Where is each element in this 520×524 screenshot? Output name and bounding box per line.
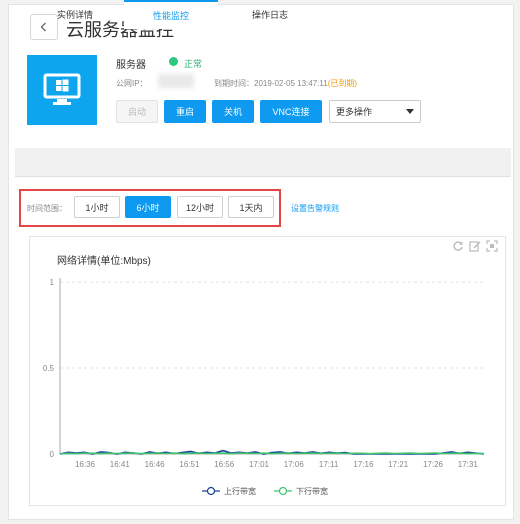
series-line [59,452,485,455]
server-avatar [27,55,97,125]
time-range-label: 时间范围： [27,204,67,213]
status-dot [169,57,178,66]
network-line-chart: 网络详情(单位:Mbps) 0 0.5 1 16:36 16:41 16:46 16:51… [43,254,485,496]
ip-label: 公网IP： [116,79,148,88]
x-tick-label: 17:06 [284,460,305,469]
x-tick-label: 16:51 [179,460,200,469]
y-tick-label: 1 [50,278,55,287]
time-1h-button[interactable]: 1小时 [74,196,120,218]
x-tick-label: 17:31 [458,460,479,469]
server-label: 服务器 [116,60,146,71]
x-tick-label: 17:26 [423,460,444,469]
expire-tag: (已到期) [327,79,358,88]
alarm-rules-link[interactable]: 设置告警规则 [291,203,339,214]
x-tick-label: 16:36 [75,460,96,469]
legend-marker [278,486,288,496]
legend-label: 下行带宽 [296,486,328,496]
x-tick-label: 17:01 [249,460,270,469]
ip-value-redacted [158,74,194,88]
status-text: 正常 [184,59,203,69]
time-1d-button[interactable]: 1天内 [228,196,274,218]
expire-label: 到期时间：2019-02-05 13:47:11 [214,79,328,88]
x-tick-label: 16:41 [110,460,131,469]
tab-instance-details[interactable]: 实例详情 [36,0,114,28]
chart-legend[interactable]: 上行带宽 下行带宽 [202,486,328,496]
expire-info: 到期时间：2019-02-05 13:47:11(已到期) [214,78,357,89]
restart-button[interactable]: 重启 [164,100,206,123]
chart-x-axis: 16:36 16:41 16:46 16:51 16:56 17:01 17:06 17:11… [75,460,478,469]
legend-label: 上行带宽 [224,486,256,496]
x-tick-label: 16:46 [145,460,166,469]
chart-title: 网络详情(单位:Mbps) [57,254,151,267]
tab-performance[interactable]: 性能监控 [124,0,218,29]
caret-down-icon [406,109,414,114]
more-actions-select[interactable]: 更多操作 [329,100,421,123]
shutdown-button[interactable]: 关机 [212,100,254,123]
chart-series [59,449,485,455]
time-6h-button[interactable]: 6小时 [125,196,171,218]
start-button[interactable]: 启动 [116,100,158,123]
tab-operation-log[interactable]: 操作日志 [230,0,310,28]
chart-gridlines [60,281,484,455]
x-tick-label: 17:21 [388,460,409,469]
time-12h-button[interactable]: 12小时 [177,196,223,218]
vnc-button[interactable]: VNC连接 [260,100,322,123]
x-tick-label: 16:56 [214,460,235,469]
more-actions-label: 更多操作 [336,107,373,117]
x-tick-label: 17:16 [353,460,374,469]
x-tick-label: 17:11 [319,460,339,469]
tab-bar [15,148,511,177]
monitor-windows-icon [43,73,81,105]
legend-marker [206,486,216,496]
y-tick-label: 0 [50,450,55,459]
y-tick-label: 0.5 [43,364,55,373]
